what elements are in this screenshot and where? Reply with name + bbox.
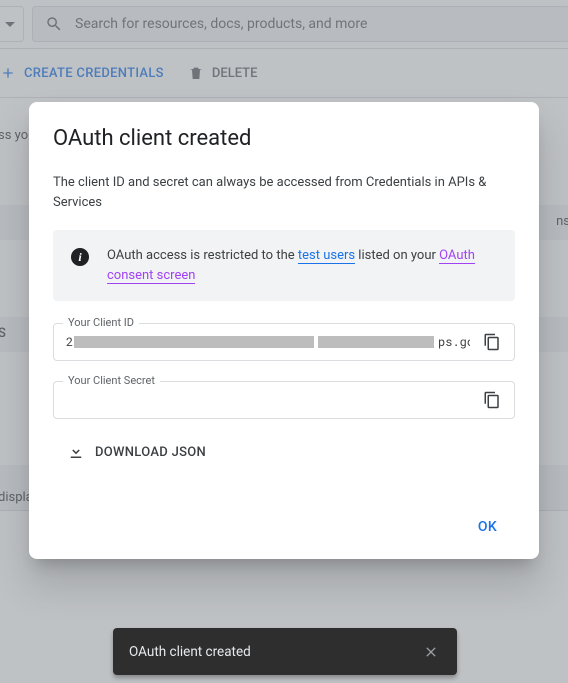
dialog-lead: The client ID and secret can always be a… bbox=[53, 173, 515, 212]
client-id-label: Your Client ID bbox=[63, 316, 139, 329]
notice-prefix: OAuth access is restricted to the bbox=[107, 248, 298, 263]
copy-icon bbox=[483, 391, 501, 409]
info-notice: i OAuth access is restricted to the test… bbox=[53, 230, 515, 301]
toast-close-button[interactable] bbox=[417, 638, 445, 666]
download-json-button[interactable]: DOWNLOAD JSON bbox=[53, 439, 515, 465]
copy-client-secret-button[interactable] bbox=[478, 386, 506, 414]
notice-text: OAuth access is restricted to the test u… bbox=[107, 246, 497, 285]
client-secret-field: Your Client Secret G g bbox=[53, 381, 515, 419]
dialog-title: OAuth client created bbox=[53, 126, 515, 151]
client-secret-label: Your Client Secret bbox=[63, 374, 160, 387]
download-json-label: DOWNLOAD JSON bbox=[95, 445, 206, 460]
ok-button[interactable]: OK bbox=[468, 513, 507, 541]
oauth-client-created-dialog: OAuth client created The client ID and s… bbox=[29, 102, 539, 559]
toast-snackbar: OAuth client created bbox=[113, 628, 457, 675]
toast-message: OAuth client created bbox=[129, 644, 251, 660]
close-icon bbox=[423, 644, 439, 660]
copy-icon bbox=[483, 333, 501, 351]
notice-mid: listed on your bbox=[355, 248, 439, 263]
copy-client-id-button[interactable] bbox=[478, 328, 506, 356]
info-icon: i bbox=[71, 248, 89, 266]
client-id-field: Your Client ID 2 2 ps.gc bbox=[53, 323, 515, 361]
download-icon bbox=[67, 443, 85, 461]
test-users-link[interactable]: test users bbox=[298, 248, 355, 264]
client-id-value[interactable]: 2 2 ps.gc bbox=[66, 334, 470, 350]
